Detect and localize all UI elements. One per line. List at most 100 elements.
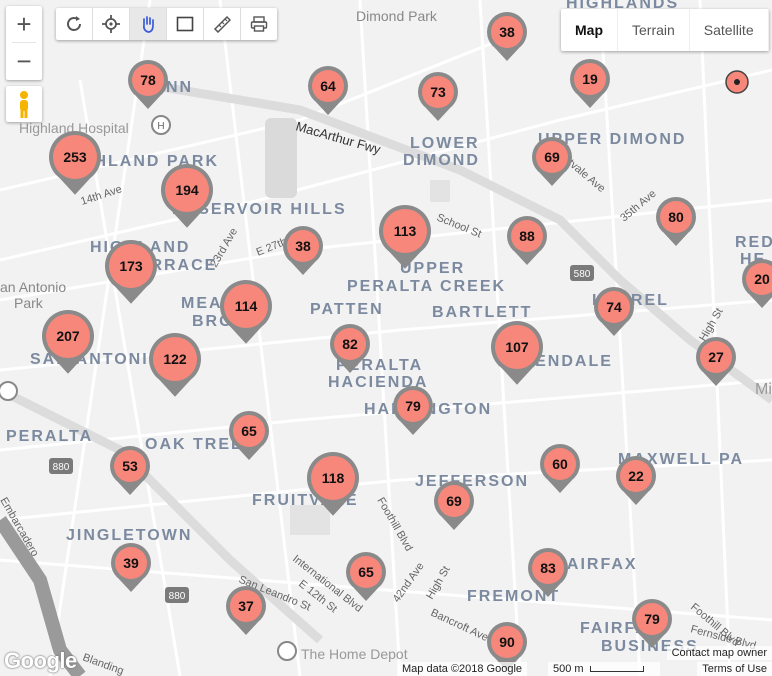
cluster-count: 83: [540, 560, 556, 576]
place-label: BARTLETT: [432, 304, 532, 321]
scale-label: 500 m: [553, 663, 584, 675]
shield-880: 880: [53, 462, 70, 473]
cluster-marker[interactable]: 80: [656, 197, 696, 246]
cluster-count: 194: [175, 182, 199, 198]
cluster-marker[interactable]: 114: [220, 280, 272, 344]
cluster-marker[interactable]: 38: [487, 12, 527, 61]
cluster-count: 69: [544, 149, 560, 165]
road-labels: MacArthur Fwy School St E 27th St 23rd A…: [0, 118, 757, 676]
cluster-marker[interactable]: 64: [308, 66, 348, 115]
cluster-marker[interactable]: 38: [283, 226, 323, 275]
cluster-marker[interactable]: 122: [149, 333, 201, 397]
cluster-marker[interactable]: 88: [507, 216, 547, 265]
cluster-count: 88: [519, 228, 535, 244]
zoom-control: + −: [6, 6, 42, 80]
terms-link[interactable]: Terms of Use: [697, 662, 772, 676]
place-label: Park: [14, 295, 44, 311]
map-toolbar: [56, 8, 277, 40]
cluster-count: 60: [552, 456, 568, 472]
cluster-count: 74: [606, 299, 622, 315]
cluster-count: 114: [235, 298, 258, 314]
cluster-count: 39: [123, 555, 139, 571]
contact-owner-link[interactable]: Contact map owner: [666, 646, 772, 660]
place-label: DIMOND: [403, 152, 480, 169]
place-label: JINGLETOWN: [66, 527, 192, 544]
cluster-count: 20: [754, 271, 770, 287]
cluster-count: 118: [322, 470, 345, 486]
place-label: LOWER: [410, 135, 480, 152]
cluster-count: 173: [119, 258, 143, 274]
scale-bar: 500 m: [548, 662, 660, 676]
cluster-marker[interactable]: 253: [49, 131, 101, 195]
pan-button[interactable]: [130, 8, 167, 40]
cluster-marker[interactable]: 79: [393, 386, 433, 435]
map-type-terrain[interactable]: Terrain: [618, 9, 690, 51]
cluster-marker[interactable]: 65: [346, 552, 386, 601]
svg-text:H: H: [157, 121, 164, 132]
cluster-count: 73: [430, 84, 446, 100]
google-logo[interactable]: Google: [4, 648, 77, 674]
cluster-count: 53: [122, 458, 138, 474]
cluster-marker[interactable]: 22: [616, 456, 656, 505]
cluster-count: 80: [668, 209, 684, 225]
cluster-count: 113: [394, 223, 417, 239]
cluster-marker[interactable]: 19: [570, 59, 610, 108]
place-label: JEFFERSON: [415, 473, 529, 490]
cluster-count: 79: [405, 398, 421, 414]
place-label: Dimond Park: [356, 8, 438, 24]
cluster-count: 27: [708, 349, 724, 365]
road-label: 42nd Ave: [391, 560, 427, 604]
cluster-marker[interactable]: 39: [111, 543, 151, 592]
scale-line: [589, 666, 644, 672]
cluster-count: 37: [238, 598, 254, 614]
map-type-satellite[interactable]: Satellite: [690, 9, 769, 51]
cluster-marker[interactable]: 69: [532, 137, 572, 186]
cluster-count: 38: [295, 238, 311, 254]
print-button[interactable]: [241, 8, 277, 40]
cluster-count: 122: [163, 351, 187, 367]
cluster-count: 19: [582, 71, 598, 87]
zoom-in-button[interactable]: +: [6, 6, 42, 42]
cluster-count: 79: [644, 611, 660, 627]
cluster-marker[interactable]: 73: [418, 72, 458, 121]
cluster-marker[interactable]: 69: [434, 481, 474, 530]
parcel: [290, 505, 330, 535]
place-label: Mi: [755, 381, 772, 398]
place-label: PERALTA CREEK: [347, 278, 506, 295]
parcel: [430, 180, 450, 202]
place-label: PATTEN: [310, 301, 384, 318]
cluster-count: 65: [241, 423, 257, 439]
measure-button[interactable]: [204, 8, 241, 40]
cluster-count: 38: [499, 24, 515, 40]
street-view-pegman[interactable]: [6, 86, 42, 122]
cluster-count: 82: [342, 336, 358, 352]
refresh-button[interactable]: [56, 8, 93, 40]
map-type-map[interactable]: Map: [561, 9, 618, 51]
cluster-marker[interactable]: 107: [491, 321, 543, 385]
map-canvas[interactable]: MacArthur Fwy School St E 27th St 23rd A…: [0, 0, 772, 676]
cluster-marker[interactable]: 60: [540, 444, 580, 493]
cluster-marker[interactable]: 53: [110, 446, 150, 495]
cluster-marker[interactable]: 194: [161, 164, 213, 228]
pegman-icon: [20, 91, 28, 118]
shield-880: 880: [169, 591, 186, 602]
cluster-count: 22: [628, 468, 644, 484]
cluster-count: 64: [320, 78, 336, 94]
cluster-marker[interactable]: 173: [105, 240, 157, 304]
cluster-marker[interactable]: 37: [226, 586, 266, 635]
reservoir-area: [265, 118, 297, 198]
cluster-marker[interactable]: 74: [594, 287, 634, 336]
locate-button[interactable]: [93, 8, 130, 40]
refresh-icon: [67, 16, 81, 31]
rectangle-select-button[interactable]: [167, 8, 204, 40]
place-label: RED: [735, 234, 772, 251]
shield-580: 580: [574, 269, 591, 280]
place-label: an Antonio: [0, 279, 66, 295]
cluster-count: 107: [505, 339, 529, 355]
road-label: Blanding: [81, 652, 125, 676]
cluster-count: 69: [446, 493, 462, 509]
cluster-marker[interactable]: 27: [696, 337, 736, 386]
ruler-icon: [213, 15, 231, 33]
zoom-out-button[interactable]: −: [6, 43, 42, 79]
my-location-marker[interactable]: [725, 70, 749, 94]
